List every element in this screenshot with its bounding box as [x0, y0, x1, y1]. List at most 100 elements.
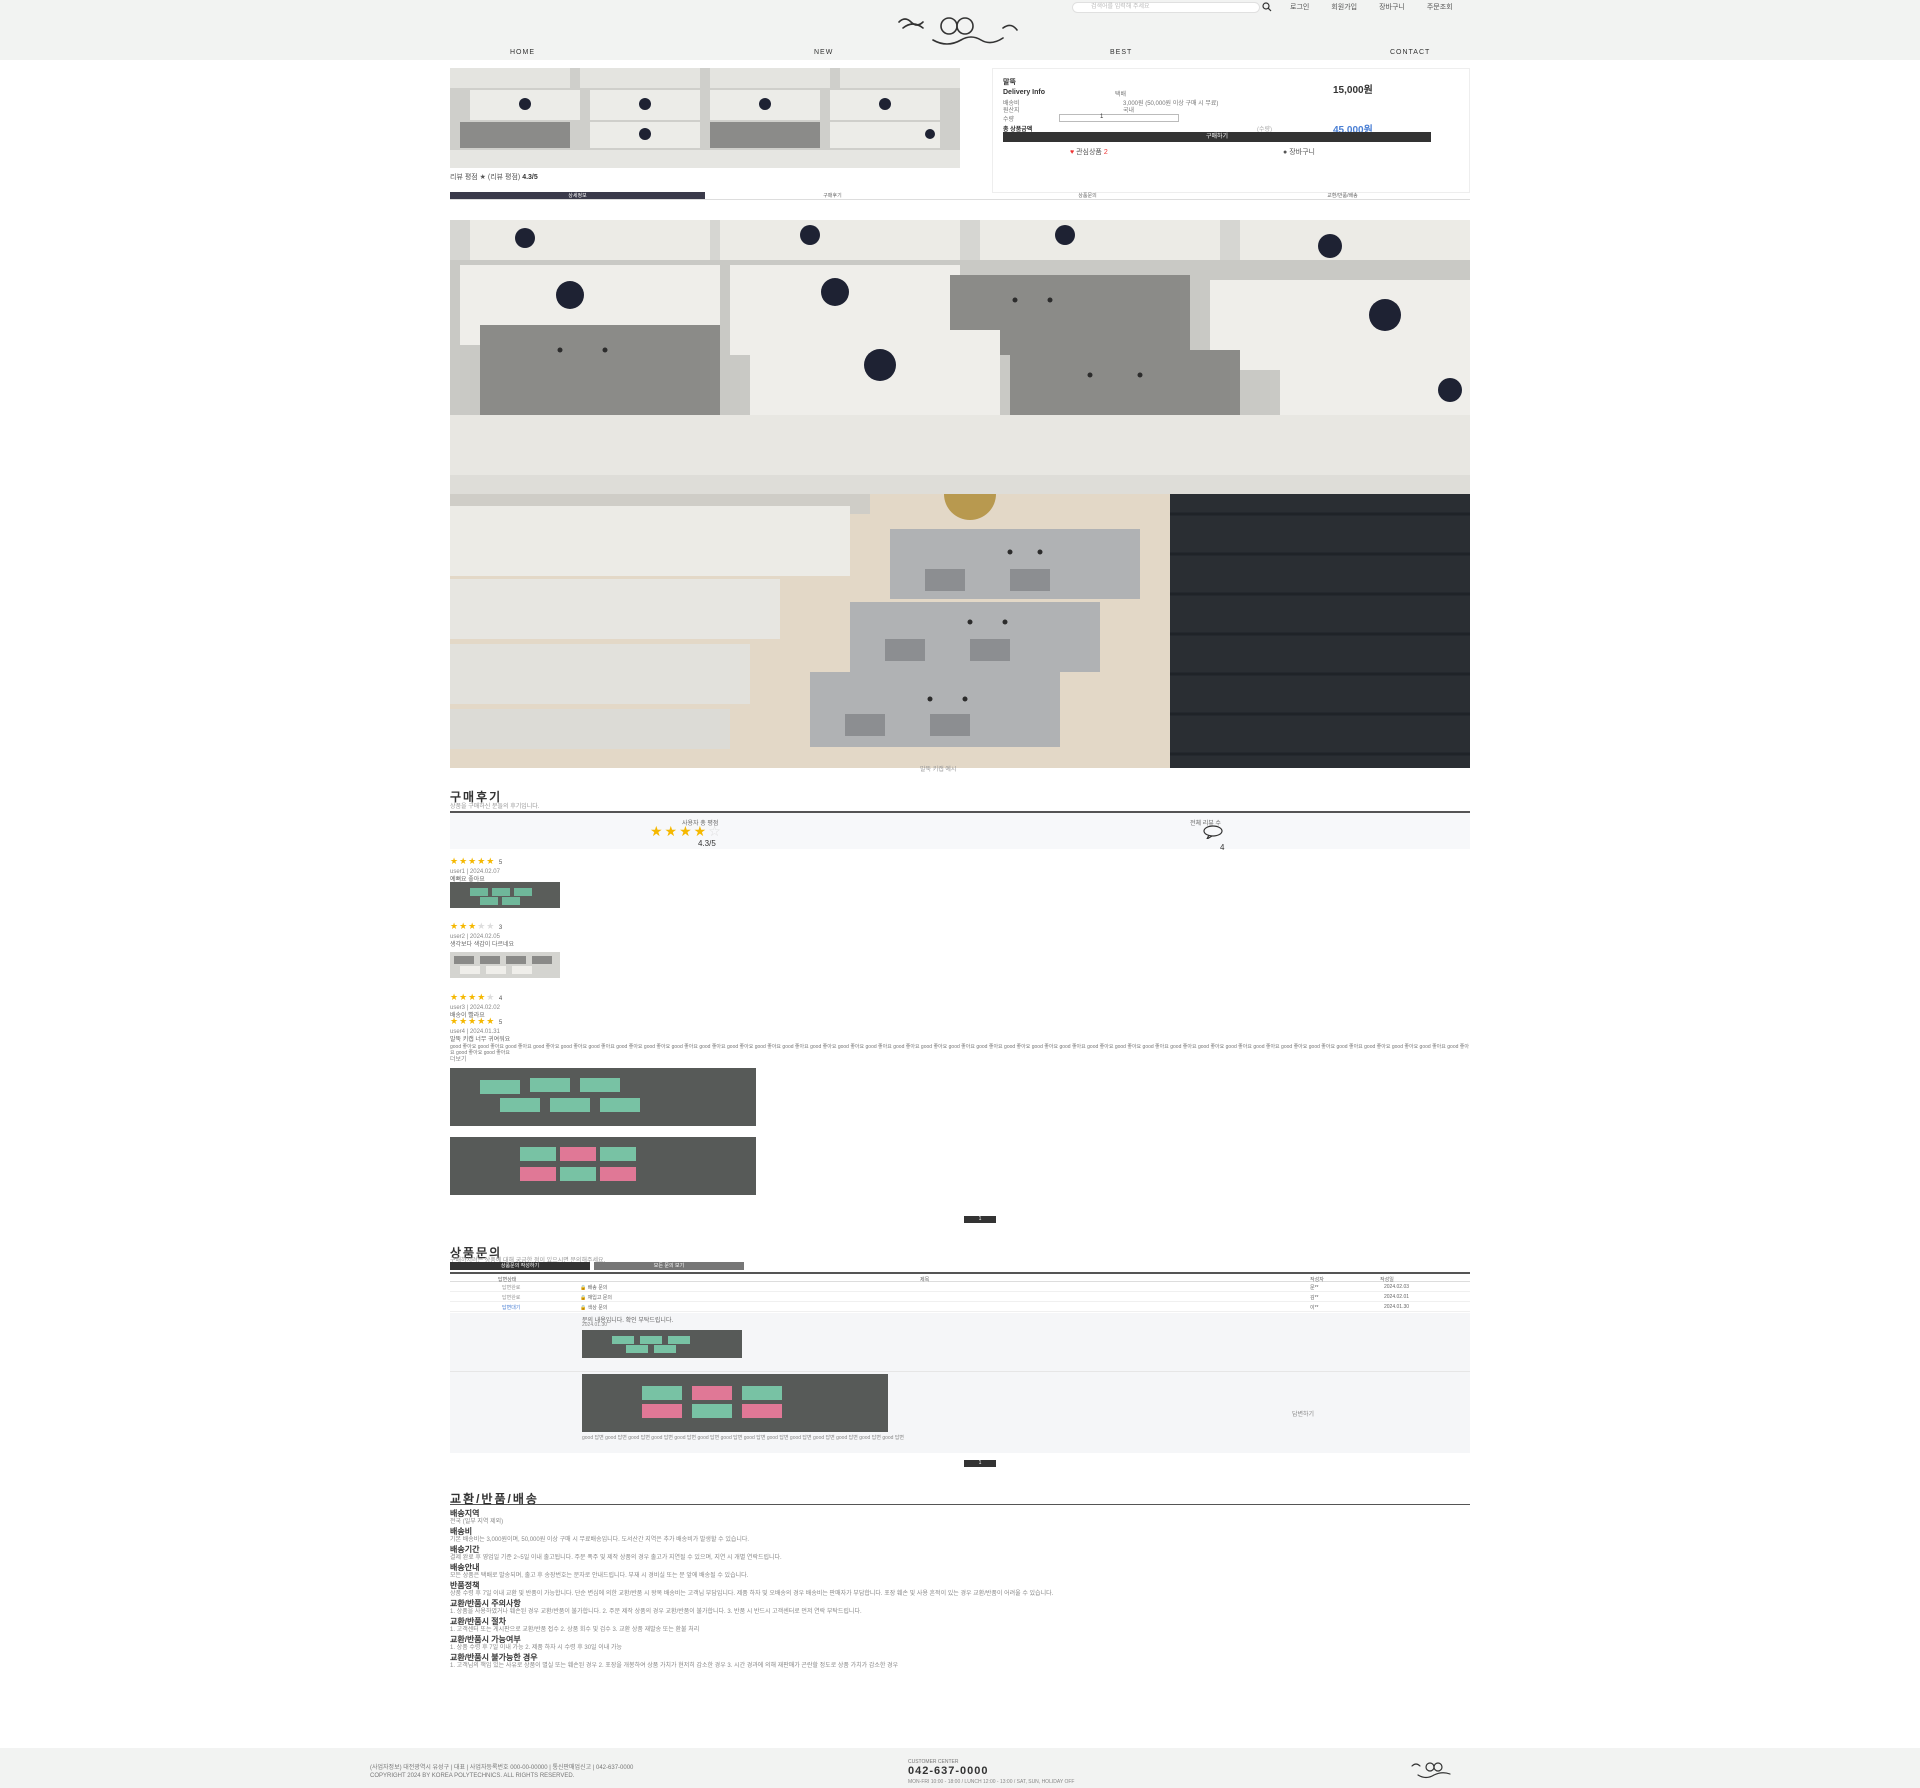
qna-answer-text: good 답변 good 답변 good 답변 good 답변 good 답변 … [582, 1435, 905, 1441]
tab-detail[interactable]: 상세정보 [450, 192, 705, 200]
ship-heading: 교환/반품시 주의사항 [450, 1599, 521, 1608]
review-item: ★★★★★ 5 user1 | 2024.02.07 예뻐요 좋아요 [450, 856, 1470, 884]
qna-row-title[interactable]: 🔒 색상 문의 [580, 1304, 607, 1311]
ship-text: 모든 상품은 택배로 발송되며, 출고 후 송장번호는 문자로 안내드립니다. … [450, 1573, 749, 1579]
brand-logo[interactable] [893, 14, 1029, 48]
login-link[interactable]: 로그인 [1290, 2, 1309, 12]
ship-text: 상품 수령 후 7일 이내 교환 및 반품이 가능합니다. 단순 변심에 의한 … [450, 1591, 1054, 1597]
stars-on: ★★★ [450, 921, 478, 931]
qna-status: 답변완료 [502, 1295, 521, 1301]
qna-row-title[interactable]: 🔒 배송 문의 [580, 1284, 607, 1291]
product-price: 15,000원 [1333, 85, 1373, 96]
all-qna-button[interactable]: 모든 문의 보기 [594, 1262, 744, 1270]
review-long-text: good 좋아요 good 좋아요 good 좋아요 good 좋아요 good… [450, 1044, 1469, 1056]
review-photo-large[interactable] [450, 1068, 756, 1126]
review-stars: ★★★★★ 5 [450, 856, 1470, 868]
qna-writer: 이** [1310, 1305, 1319, 1311]
stars-off: ★ [486, 992, 496, 1002]
stars-on: ★★★★ [450, 992, 487, 1002]
qna-detail-date: 2024.01.30 [582, 1322, 608, 1328]
detail-caption: 말뚝 키캡 예시 [920, 767, 957, 773]
review-meta: user2 | 2024.02.05 [450, 934, 500, 940]
review-body: 생각보다 색감이 다르네요 [450, 942, 515, 948]
origin-label: 원산지 [1003, 108, 1020, 114]
product-main-image[interactable] [450, 68, 960, 168]
qty-label: 수량 [1003, 117, 1015, 123]
qna-table: 답변상태 제목 작성자 작성일 답변완료 🔒 배송 문의 문** 2024.02… [450, 1272, 1470, 1312]
ship-heading: 배송기간 [450, 1545, 480, 1554]
qna-writer: 김** [1310, 1295, 1319, 1301]
ship-value: 3,000원 (50,000원 이상 구매 시 무료) [1123, 101, 1219, 107]
ship-heading: 배송지역 [450, 1509, 480, 1518]
delivery-label: Delivery Info [1003, 89, 1046, 96]
review-photo-large[interactable] [450, 1137, 756, 1195]
utility-links: 로그인 회원가입 장바구니 주문조회 [1290, 2, 1453, 12]
tab-reviews[interactable]: 구매후기 [705, 192, 960, 200]
product-rating: 리뷰 평점 ★ (리뷰 평점) 4.3/5 [450, 172, 538, 182]
qty-value: 1 [1100, 114, 1104, 120]
shipping-divider [450, 1504, 1470, 1505]
review-pagination[interactable]: 1 [964, 1216, 996, 1223]
review-score: 3 [498, 925, 504, 931]
qna-row[interactable]: 답변완료 🔒 재입고 문의 김** 2024.02.01 [450, 1292, 1470, 1302]
stars-off: ★★ [477, 921, 496, 931]
review-photo[interactable] [450, 952, 560, 978]
add-to-cart-button[interactable]: ● 장바구니 [1283, 147, 1315, 157]
ship-text: 1. 상품 수령 후 7일 이내 가능 2. 제품 하자 시 수령 후 30일 … [450, 1645, 622, 1651]
review-item: ★★★★★ 3 user2 | 2024.02.05 생각보다 색감이 다르네요 [450, 921, 1470, 949]
quantity-stepper[interactable]: 1 [1059, 114, 1179, 122]
nav-best[interactable]: BEST [1110, 49, 1132, 56]
tab-shipping[interactable]: 교환/반품/배송 [1215, 192, 1470, 200]
search-input[interactable]: 검색어를 입력해 주세요 [1072, 2, 1260, 13]
site-header: 검색어를 입력해 주세요 로그인 회원가입 장바구니 주문조회 HOME NEW… [0, 0, 1920, 60]
qna-answer-photo[interactable] [582, 1374, 888, 1432]
wishlist-button[interactable]: ♥ 관심상품 2 [1070, 147, 1108, 157]
cart-link[interactable]: 장바구니 [1379, 2, 1405, 12]
cc-hours: MON-FRI 10:00 - 18:00 / LUNCH 12:00 - 13… [908, 1779, 1075, 1785]
footer-logo[interactable] [1408, 1760, 1456, 1780]
ship-heading: 배송비 [450, 1527, 473, 1536]
footer-company-info: (사업자정보) 대전광역시 유성구 | 대표 | 사업자등록번호 000-00-… [370, 1764, 633, 1780]
qna-date: 2024.02.03 [1384, 1284, 1410, 1290]
qna-expanded-detail: 문의 내용입니다. 확인 부탁드립니다. 2024.01.30 good 답변 … [450, 1313, 1470, 1453]
nav-home[interactable]: HOME [510, 49, 535, 56]
qna-date: 2024.02.01 [1384, 1294, 1410, 1300]
signup-link[interactable]: 회원가입 [1331, 2, 1357, 12]
qna-row[interactable]: 답변완료 🔒 배송 문의 문** 2024.02.03 [450, 1282, 1470, 1292]
ship-text: 1. 고객센터 또는 게시판으로 교환/반품 접수 2. 상품 회수 및 검수 … [450, 1627, 700, 1633]
order-lookup-link[interactable]: 주문조회 [1427, 2, 1453, 12]
write-qna-button[interactable]: 상품문의 작성하기 [450, 1262, 590, 1270]
tab-qna[interactable]: 상품문의 [960, 192, 1215, 200]
cart-label: 장바구니 [1289, 149, 1315, 156]
qna-row-title[interactable]: 🔒 재입고 문의 [580, 1294, 612, 1301]
rating-value: 4.3/5 [522, 174, 538, 181]
review-more-link[interactable]: 더보기 [450, 1056, 1470, 1064]
heart-icon: ♥ [1070, 149, 1075, 156]
review-score: 4 [498, 996, 504, 1002]
review-meta: user1 | 2024.02.07 [450, 869, 500, 875]
buy-button[interactable]: 구매하기 [1003, 132, 1431, 142]
qna-writer: 문** [1310, 1285, 1319, 1291]
qna-pagination[interactable]: 1 [964, 1460, 996, 1467]
qna-photo[interactable] [582, 1330, 742, 1358]
review-body: 예뻐요 좋아요 [450, 877, 485, 883]
ship-text: 결제 완료 후 영업일 기준 2~5일 이내 출고됩니다. 주문 폭주 및 제작… [450, 1555, 782, 1561]
ship-heading: 반품정책 [450, 1581, 480, 1590]
nav-new[interactable]: NEW [814, 49, 833, 56]
qna-row[interactable]: 답변대기 🔒 색상 문의 이** 2024.01.30 [450, 1302, 1470, 1312]
review-photo[interactable] [450, 882, 560, 908]
ship-text: 1. 상품을 사용하였거나 훼손된 경우 교환/반품이 불가합니다. 2. 주문… [450, 1609, 862, 1615]
nav-contact[interactable]: CONTACT [1390, 49, 1430, 56]
search-icon[interactable] [1262, 2, 1272, 12]
review-meta: user3 | 2024.02.02 [450, 1005, 500, 1011]
cc-number: 042-637-0000 [908, 1765, 989, 1777]
wish-label: 관심상품 [1076, 149, 1102, 156]
qna-status: 답변완료 [502, 1285, 521, 1291]
ship-text: 1. 고객님의 책임 있는 사유로 상품이 멸실 또는 훼손된 경우 2. 포장… [450, 1663, 899, 1669]
review-stars: ★★★★★ 4 [450, 992, 1470, 1004]
product-name: 말뚝 [1003, 79, 1016, 86]
footer-copyright: COPYRIGHT 2024 BY KOREA POLYTECHNICS. AL… [370, 1773, 575, 1779]
rating-prefix: 리뷰 평점 ★ (리뷰 평점) [450, 174, 521, 181]
review-meta: user4 | 2024.01.31 [450, 1029, 500, 1035]
qna-reply-button[interactable]: 답변하기 [1292, 1409, 1314, 1418]
